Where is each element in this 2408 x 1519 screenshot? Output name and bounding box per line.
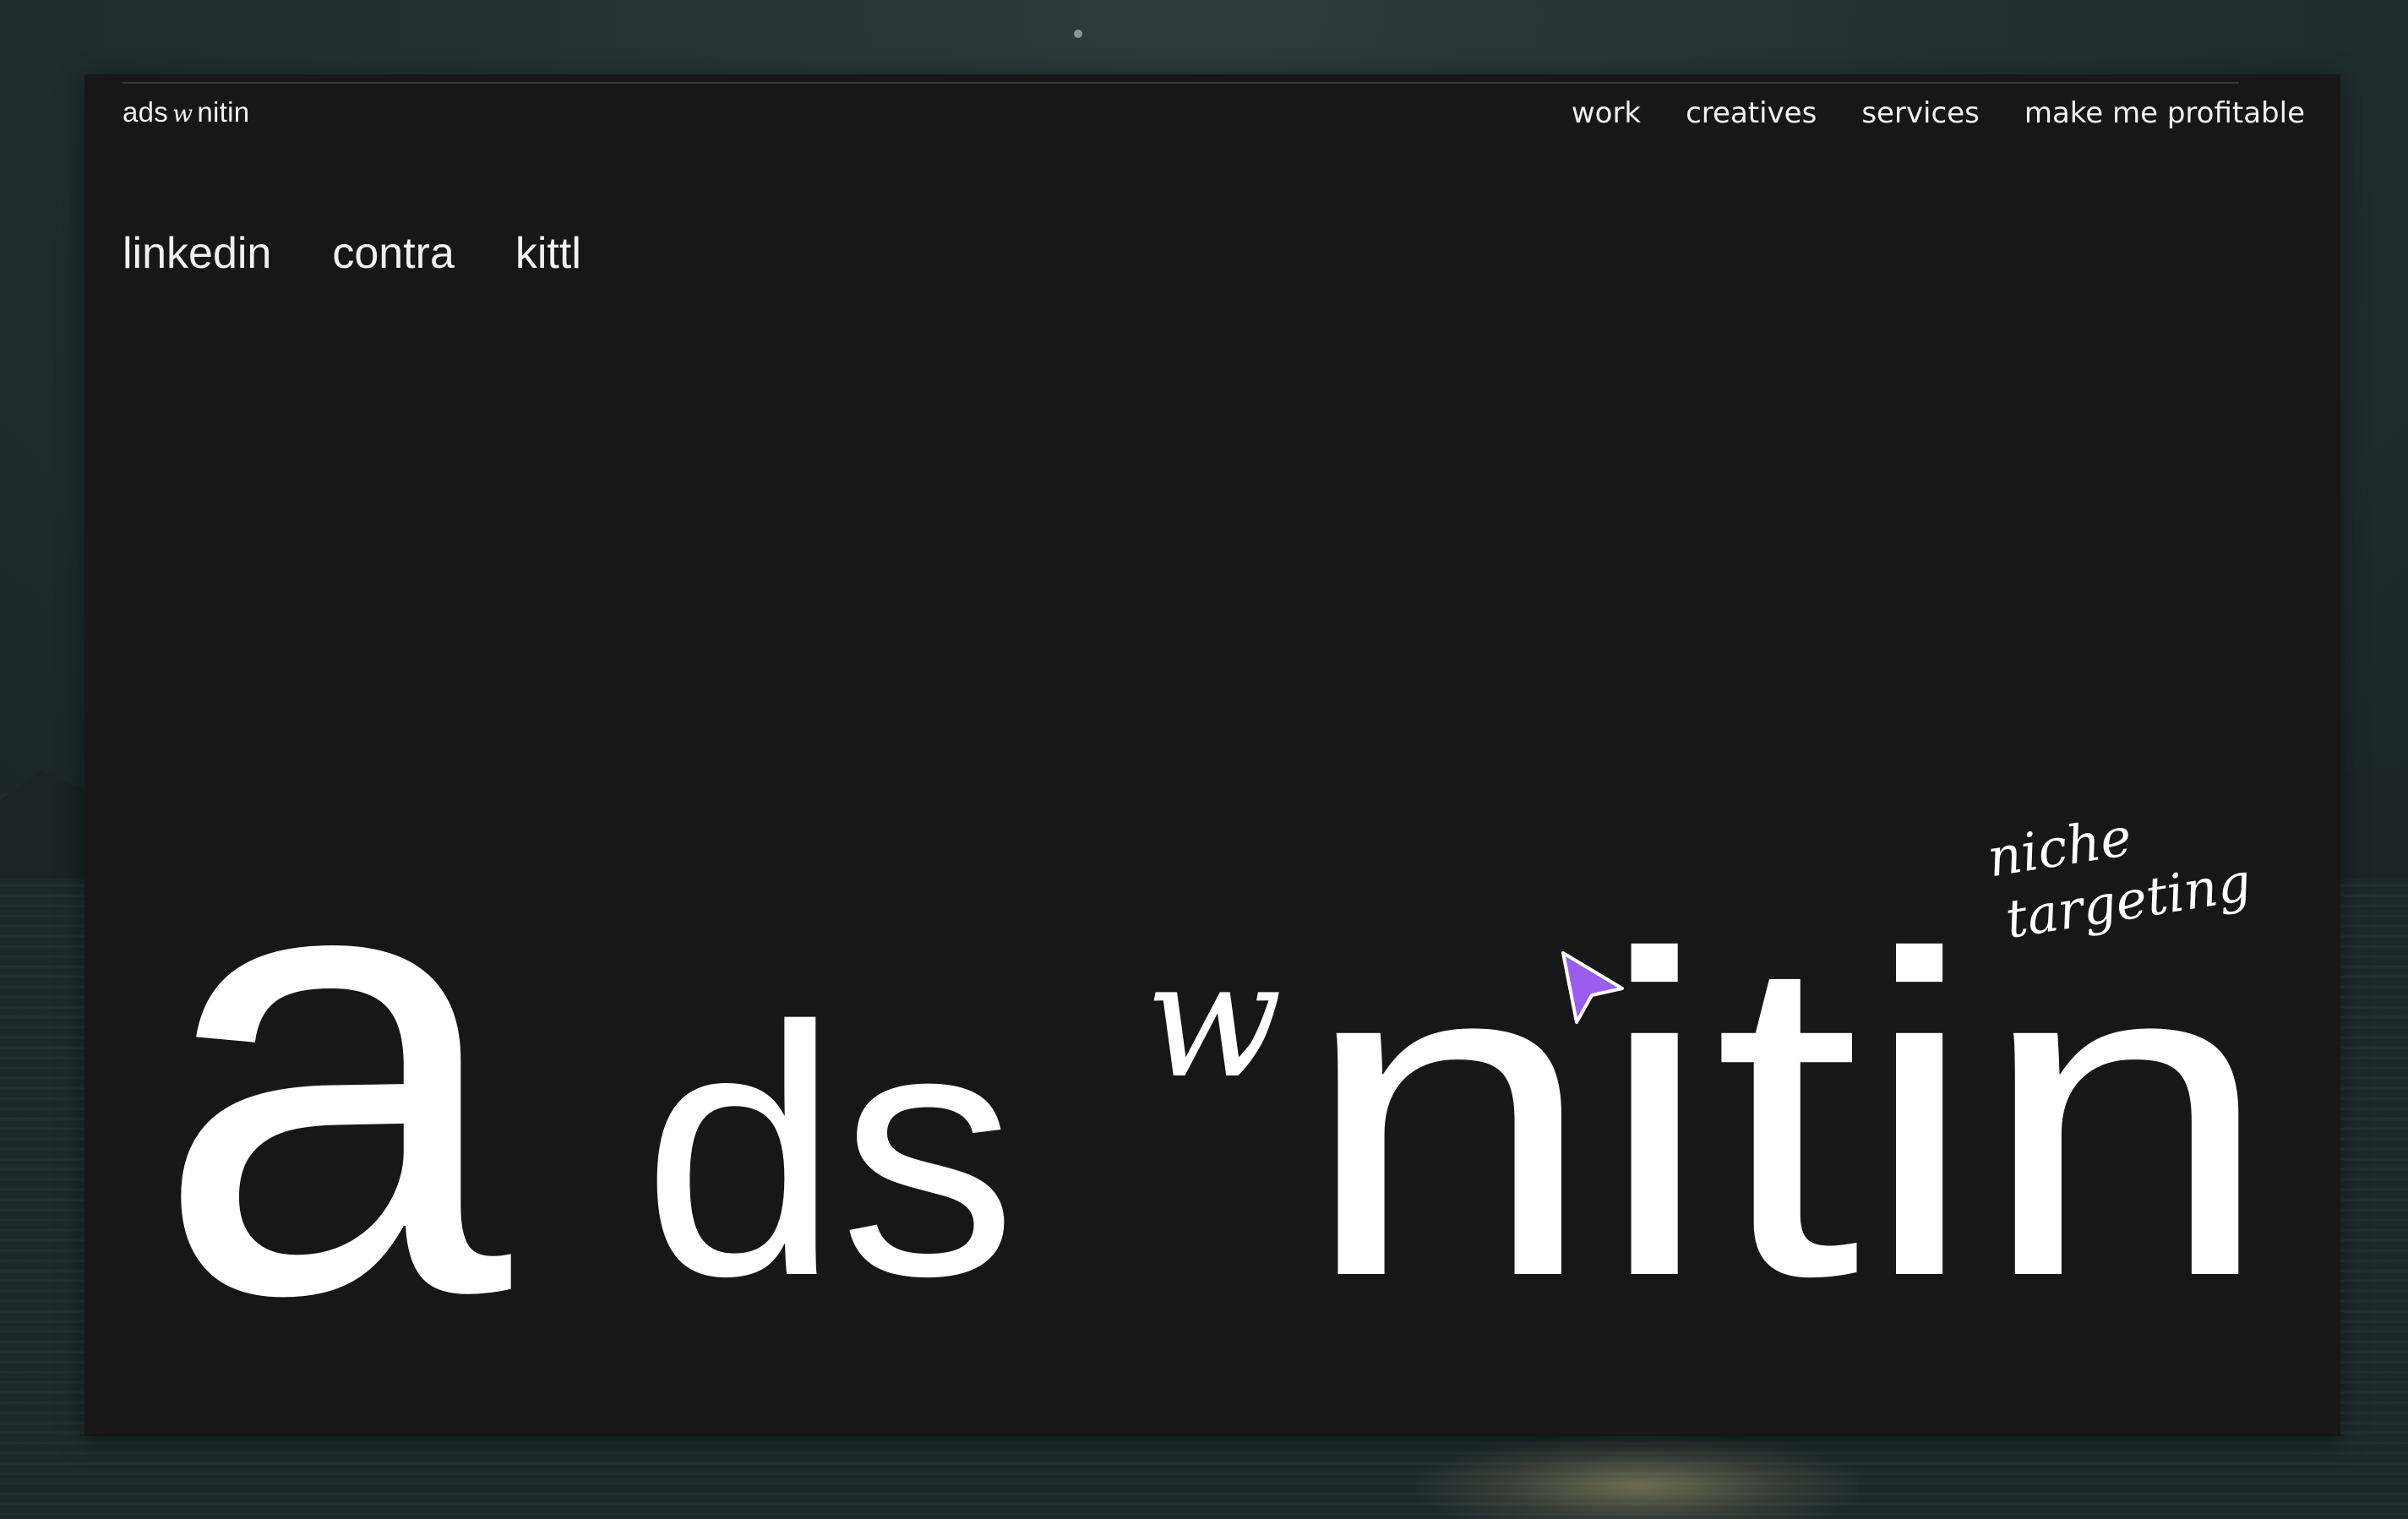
hero-letters-nitin: nitin [1301,862,2273,1371]
camera-notch-icon [1074,30,1082,38]
wallpaper-moon-reflection [1419,1436,1859,1519]
website-window: ads w nitin work creatives services make m… [84,74,2340,1436]
hero-script-w: w [1145,927,1283,1113]
hero-letter-a: a [154,710,515,1428]
hero-wordmark: a ds w nitin niche targeting [154,710,2273,1428]
hero-letters-ds: ds [642,954,1017,1350]
